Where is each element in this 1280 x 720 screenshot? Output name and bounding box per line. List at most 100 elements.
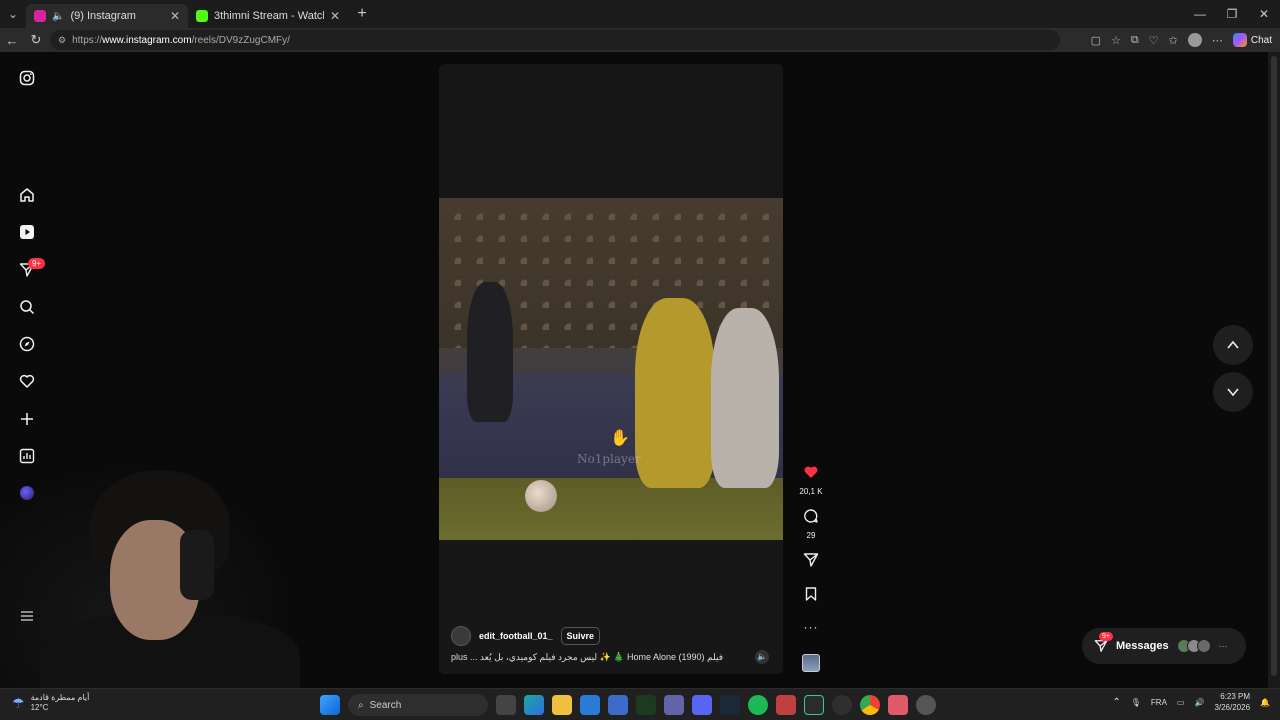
file-explorer-icon[interactable]	[552, 695, 572, 715]
speaker-icon[interactable]: 🔈	[52, 11, 64, 22]
heart-filled-icon	[804, 466, 818, 478]
notification-badge: 9+	[28, 258, 46, 269]
mouse-cursor-icon: ✋	[610, 430, 630, 447]
video-player-white	[711, 308, 779, 488]
reel-caption[interactable]: plus ... ليس مجرد فيلم كوميدي، بل يُعد ✨…	[451, 652, 741, 663]
messages-icon	[1094, 640, 1108, 652]
chrome-icon[interactable]	[860, 695, 880, 715]
messages-button[interactable]: 9+ Messages ···	[1082, 628, 1246, 664]
edge-icon[interactable]	[524, 695, 544, 715]
tray-overflow-chevron-up-icon[interactable]: ⌃	[1112, 697, 1120, 708]
search-placeholder: Search	[369, 699, 402, 711]
copilot-icon	[1232, 33, 1247, 47]
spotify-icon[interactable]	[748, 695, 768, 715]
profile-avatar[interactable]	[1187, 33, 1202, 47]
tab-kick-stream[interactable]: 3thimni Stream - Watch Live on Ki ✕	[188, 4, 348, 28]
address-toolbar: ← ↻ ⚙ https://www.instagram.com/reels/DV…	[0, 28, 1280, 52]
tab-instagram[interactable]: 🔈 (9) Instagram ✕	[26, 4, 188, 28]
page-scrollbar[interactable]	[1268, 52, 1280, 688]
bookmark-icon	[805, 587, 817, 601]
reader-view-icon[interactable]: ▢	[1091, 34, 1101, 47]
more-options-icon[interactable]: ···	[797, 620, 825, 634]
next-reel-button[interactable]	[1213, 372, 1253, 412]
reels-icon[interactable]	[17, 222, 37, 242]
clock[interactable]: 6:23 PM 3/26/2026	[1214, 691, 1250, 713]
favorite-star-icon[interactable]: ☆	[1111, 34, 1121, 47]
close-tab-icon[interactable]: ✕	[330, 9, 340, 23]
more-menu-icon[interactable]: ⋯	[1212, 34, 1223, 47]
instagram-logo-icon[interactable]	[17, 68, 37, 88]
tab-title: (9) Instagram	[70, 10, 136, 22]
author-username[interactable]: edit_football_01_	[479, 631, 553, 641]
outlook-icon[interactable]	[580, 695, 600, 715]
follow-button[interactable]: Suivre	[560, 627, 601, 645]
author-avatar[interactable]	[451, 626, 471, 646]
close-window-icon[interactable]: ✕	[1248, 0, 1280, 28]
store-icon[interactable]	[608, 695, 628, 715]
app-icon[interactable]	[888, 695, 908, 715]
conversation-avatars	[1176, 639, 1211, 653]
notifications-heart-icon[interactable]	[17, 371, 37, 391]
obs-icon[interactable]	[832, 695, 852, 715]
discord-icon[interactable]	[692, 695, 712, 715]
instagram-favicon-icon	[34, 10, 46, 22]
taskbar-search[interactable]: ⌕ Search	[348, 694, 488, 716]
taskbar-apps: ⌕ Search	[320, 693, 936, 717]
webcam-overlay	[0, 460, 300, 688]
url-field[interactable]: ⚙ https://www.instagram.com/reels/DV9zZu…	[50, 30, 1060, 50]
chat-label: Chat	[1250, 34, 1272, 46]
task-view-icon[interactable]	[496, 695, 516, 715]
capture-tool-icon[interactable]	[776, 695, 796, 715]
minimize-icon[interactable]: —	[1184, 0, 1216, 28]
audio-track-thumbnail[interactable]	[802, 654, 820, 672]
reload-icon[interactable]: ↻	[24, 32, 48, 48]
avatar	[1196, 639, 1211, 653]
extensions-icon[interactable]: ⧉	[1131, 34, 1139, 47]
browser-essentials-icon[interactable]: ♡	[1149, 34, 1159, 47]
reel-video[interactable]: No1player ✋	[439, 198, 783, 540]
home-icon[interactable]	[17, 185, 37, 205]
url-text: https://www.instagram.com/reels/DV9zZugC…	[72, 34, 290, 46]
share-icon	[803, 553, 819, 567]
tab-title: 3thimni Stream - Watch Live on Ki	[214, 10, 324, 22]
steam-icon[interactable]	[720, 695, 740, 715]
notifications-bell-icon[interactable]: 🔔	[1260, 698, 1270, 707]
volume-icon[interactable]: 🔊	[1194, 698, 1204, 707]
create-plus-icon[interactable]	[17, 409, 37, 429]
restore-icon[interactable]: ❐	[1216, 0, 1248, 28]
audio-toggle-icon[interactable]: 🔈	[755, 650, 769, 664]
save-button[interactable]	[797, 586, 825, 607]
favorites-icon[interactable]: ✩	[1169, 34, 1178, 47]
clock-date: 3/26/2026	[1214, 703, 1251, 712]
xbox-icon[interactable]	[636, 695, 656, 715]
network-icon[interactable]: ▭	[1177, 698, 1185, 707]
weather-widget[interactable]: ☂ أيام ممطرة قادمة 12°C	[12, 693, 89, 713]
tab-actions-menu[interactable]: ⌄	[0, 0, 26, 28]
clock-time: 6:23 PM	[1220, 692, 1251, 701]
back-icon[interactable]: ←	[0, 33, 24, 48]
scrollbar-thumb[interactable]	[1271, 56, 1277, 676]
more-conversations-icon: ···	[1218, 641, 1228, 651]
settings-gear-icon[interactable]	[916, 695, 936, 715]
teams-icon[interactable]	[664, 695, 684, 715]
close-tab-icon[interactable]: ✕	[170, 9, 180, 23]
like-button[interactable]: 20,1 K	[797, 464, 825, 496]
start-windows-icon[interactable]	[320, 695, 340, 715]
explore-compass-icon[interactable]	[17, 334, 37, 354]
new-tab-button[interactable]: +	[348, 5, 376, 23]
site-info-icon[interactable]: ⚙	[58, 35, 66, 46]
chevron-down-icon	[1227, 388, 1239, 397]
language-indicator[interactable]: FRA	[1151, 698, 1167, 707]
comment-icon	[804, 509, 818, 523]
previous-reel-button[interactable]	[1213, 325, 1253, 365]
search-icon[interactable]	[17, 297, 37, 317]
terminal-icon[interactable]	[804, 695, 824, 715]
microphone-icon[interactable]: 🎙	[1131, 698, 1141, 707]
system-tray: ⌃ 🎙 FRA ▭ 🔊 6:23 PM 3/26/2026 🔔	[1112, 691, 1270, 713]
reel-player[interactable]: No1player ✋ edit_football_01_ Suivre plu…	[439, 64, 783, 674]
windows-taskbar: ☂ أيام ممطرة قادمة 12°C ⌕ Search ⌃ 🎙 FRA…	[0, 688, 1280, 720]
comment-button[interactable]: 29	[797, 508, 825, 540]
weather-forecast: أيام ممطرة قادمة	[30, 693, 90, 702]
copilot-chat-button[interactable]: Chat	[1232, 33, 1272, 47]
share-button[interactable]	[797, 552, 825, 573]
